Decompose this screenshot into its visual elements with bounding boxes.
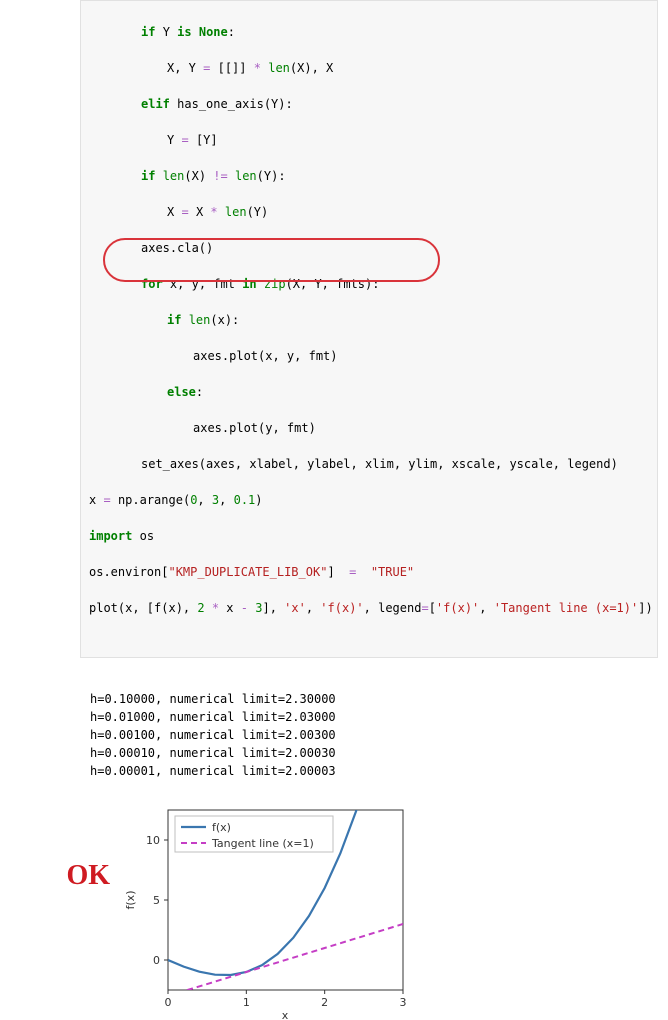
code-line: axes.cla() [89,239,649,257]
x-tick-label: 0 [165,996,172,1009]
line-chart: 0 5 10 0 1 2 3 x f(x) [118,800,418,1020]
y-tick-label: 0 [153,954,160,967]
code-line: X = X * len(Y) [89,203,649,221]
code-line: Y = [Y] [89,131,649,149]
legend-label: f(x) [212,821,231,834]
code-line: elif has_one_axis(Y): [89,95,649,113]
code-line: x = np.arange(0, 3, 0.1) [89,491,649,509]
code-line: plot(x, [f(x), 2 * x - 3], 'x', 'f(x)', … [89,599,649,617]
x-tick-label: 1 [243,996,250,1009]
code-line: axes.plot(y, fmt) [89,419,649,437]
x-tick-label: 3 [400,996,407,1009]
output-line: h=0.00001, numerical limit=2.00003 [90,764,336,778]
output-line: h=0.00100, numerical limit=2.00300 [90,728,336,742]
y-tick-label: 5 [153,894,160,907]
output-line: h=0.00010, numerical limit=2.00030 [90,746,336,760]
code-line: if Y is None: [89,23,649,41]
y-axis-label: f(x) [124,891,137,910]
ok-hand-annotation: OK [0,800,118,892]
code-line: if len(X) != len(Y): [89,167,649,185]
code-line: X, Y = [[]] * len(X), X [89,59,649,77]
code-line: if len(x): [89,311,649,329]
code-line: import os [89,527,649,545]
output-line: h=0.10000, numerical limit=2.30000 [90,692,336,706]
x-tick-label: 2 [321,996,328,1009]
code-line: set_axes(axes, xlabel, ylabel, xlim, yli… [89,455,649,473]
output-line: h=0.01000, numerical limit=2.03000 [90,710,336,724]
y-tick-label: 10 [146,834,160,847]
code-line: for x, y, fmt in zip(X, Y, fmts): [89,275,649,293]
code-line: os.environ["KMP_DUPLICATE_LIB_OK"] = "TR… [89,563,649,581]
output-cell: h=0.10000, numerical limit=2.30000 h=0.0… [90,672,658,780]
x-axis-label: x [282,1009,289,1020]
code-line: axes.plot(x, y, fmt) [89,347,649,365]
chart-output: 0 5 10 0 1 2 3 x f(x) [118,800,418,1020]
code-line: else: [89,383,649,401]
legend-label: Tangent line (x=1) [211,837,314,850]
code-cell: if Y is None: X, Y = [[]] * len(X), X el… [80,0,658,658]
